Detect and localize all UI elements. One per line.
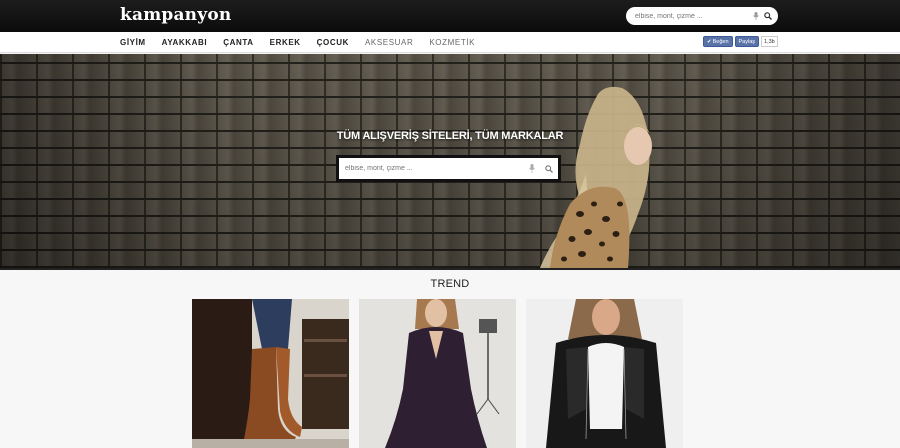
- header-search-box[interactable]: [626, 7, 778, 25]
- top-bar: kampanyon: [0, 0, 900, 32]
- social-buttons: ✔ Beğen Paylaş 1,3b: [703, 36, 778, 47]
- like-label: Beğen: [712, 38, 729, 45]
- hero-search-input[interactable]: [345, 165, 529, 172]
- search-icon[interactable]: [764, 12, 772, 20]
- header-search-input[interactable]: [635, 12, 753, 20]
- thumbs-up-icon: ✔: [707, 38, 712, 45]
- microphone-icon[interactable]: [529, 164, 535, 173]
- site-logo[interactable]: kampanyon: [120, 5, 231, 25]
- nav-item-canta[interactable]: ÇANTA: [223, 38, 253, 47]
- boots-photo-icon: [192, 299, 349, 448]
- nav-item-kozmetik[interactable]: KOZMETİK: [429, 38, 475, 47]
- trend-card-leather-jacket[interactable]: [526, 299, 683, 448]
- search-icon[interactable]: [545, 164, 553, 173]
- nav-item-cocuk[interactable]: ÇOCUK: [317, 38, 349, 47]
- nav-item-erkek[interactable]: ERKEK: [270, 38, 301, 47]
- trend-card-boots[interactable]: [192, 299, 349, 448]
- nav-item-ayakkabi[interactable]: AYAKKABI: [162, 38, 208, 47]
- facebook-share-button[interactable]: Paylaş: [734, 36, 760, 47]
- like-count: 1,3b: [761, 36, 778, 47]
- leather-jacket-photo-icon: [526, 299, 683, 448]
- trend-title: TREND: [430, 278, 470, 290]
- nav-item-aksesuar[interactable]: AKSESUAR: [365, 38, 413, 47]
- microphone-icon[interactable]: [753, 12, 759, 20]
- hero-search-box[interactable]: [336, 155, 561, 182]
- facebook-like-button[interactable]: ✔ Beğen: [703, 36, 733, 47]
- hero-title: TÜM ALIŞVERİŞ SİTELERİ, TÜM MARKALAR: [336, 130, 564, 142]
- dress-photo-icon: [359, 299, 516, 448]
- nav-item-giyim[interactable]: GİYİM: [120, 38, 146, 47]
- trend-card-dress[interactable]: [359, 299, 516, 448]
